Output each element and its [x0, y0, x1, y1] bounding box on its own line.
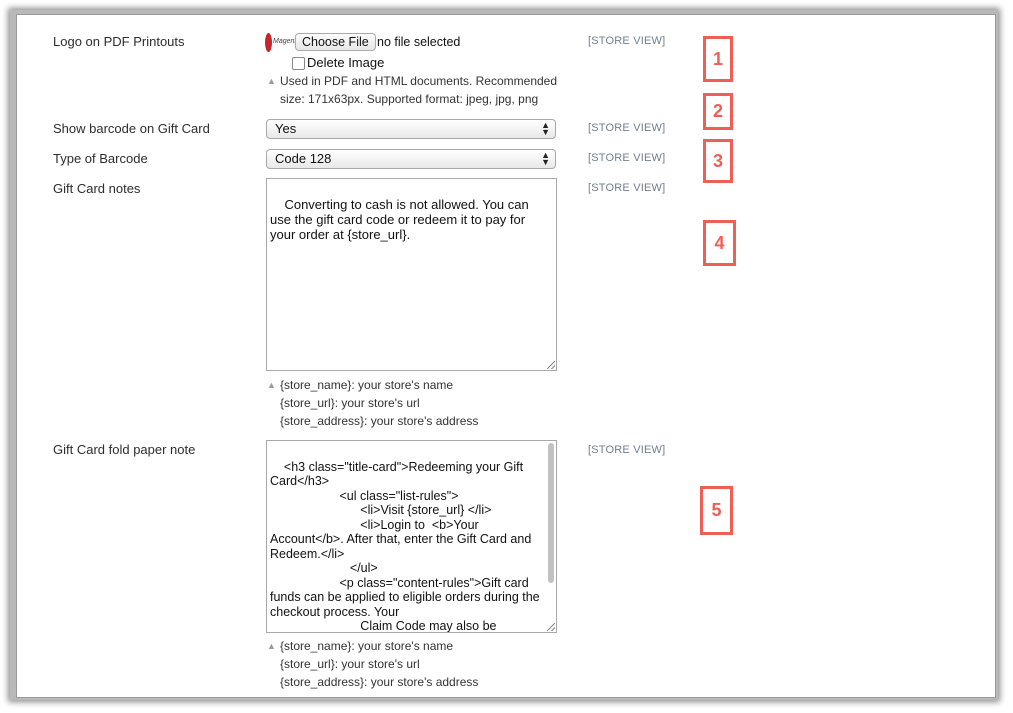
notes-hint-2: {store_url}: your store's url [280, 396, 420, 410]
barcode-type-value: Code 128 [275, 151, 332, 166]
notes-hints: ▲ {store_name}: your store's name {store… [267, 376, 567, 430]
gift-card-notes-textarea[interactable]: Converting to cash is not allowed. You c… [266, 178, 557, 371]
show-barcode-label: Show barcode on Gift Card [53, 121, 210, 136]
select-arrows-icon: ▲ ▼ [541, 150, 550, 167]
barcode-type-scope: [STORE VIEW] [588, 152, 666, 164]
fold-hints: ▲ {store_name}: your store's name {store… [267, 637, 567, 691]
barcode-type-label: Type of Barcode [53, 151, 148, 166]
info-triangle-icon: ▲ [267, 380, 276, 390]
gift-card-notes-label: Gift Card notes [53, 181, 141, 196]
textarea-scrollbar[interactable] [548, 443, 554, 583]
callout-marker-2: 2 [703, 93, 733, 130]
fold-paper-note-value: <h3 class="title-card">Redeeming your Gi… [270, 459, 540, 633]
logo-preview: Magento [265, 32, 300, 54]
logo-scope: [STORE VIEW] [588, 35, 666, 47]
logo-note-line2: size: 171x63px. Supported format: jpeg, … [280, 92, 539, 106]
fold-hint-2: {store_url}: your store's url [280, 657, 420, 671]
fold-hint-1: {store_name}: your store's name [280, 639, 454, 653]
resize-grip-icon[interactable] [547, 361, 555, 369]
barcode-type-select[interactable]: Code 128 ▲ ▼ [266, 149, 556, 169]
resize-grip-icon[interactable] [547, 623, 555, 631]
callout-marker-5: 5 [700, 486, 733, 535]
fold-scope: [STORE VIEW] [588, 444, 666, 456]
logo-note-line1: Used in PDF and HTML documents. Recommen… [280, 74, 558, 88]
fold-paper-note-label: Gift Card fold paper note [53, 442, 196, 457]
show-barcode-value: Yes [275, 121, 297, 136]
info-triangle-icon: ▲ [267, 76, 276, 86]
choose-file-button[interactable]: Choose File [295, 33, 376, 51]
delete-image-label: Delete Image [307, 55, 385, 70]
notes-hint-1: {store_name}: your store's name [280, 378, 454, 392]
notes-scope: [STORE VIEW] [588, 182, 666, 194]
callout-marker-1: 1 [703, 36, 733, 82]
info-triangle-icon: ▲ [267, 641, 276, 651]
callout-marker-4: 4 [703, 220, 736, 266]
barcode-scope: [STORE VIEW] [588, 122, 666, 134]
fold-paper-note-textarea[interactable]: <h3 class="title-card">Redeeming your Gi… [266, 440, 557, 633]
fold-hint-3: {store_address}: your store's address [280, 675, 479, 689]
magento-logo-icon [265, 33, 272, 52]
logo-note: ▲ Used in PDF and HTML documents. Recomm… [267, 72, 567, 108]
notes-hint-3: {store_address}: your store's address [280, 414, 479, 428]
callout-marker-3: 3 [703, 139, 733, 183]
gift-card-notes-value: Converting to cash is not allowed. You c… [270, 197, 533, 242]
select-arrows-icon: ▲ ▼ [541, 120, 550, 137]
show-barcode-select[interactable]: Yes ▲ ▼ [266, 119, 556, 139]
logo-label: Logo on PDF Printouts [53, 34, 185, 49]
file-status: no file selected [377, 35, 461, 49]
delete-image-checkbox[interactable] [292, 57, 305, 70]
config-panel: Logo on PDF Printouts Magento Choose Fil… [16, 14, 996, 698]
